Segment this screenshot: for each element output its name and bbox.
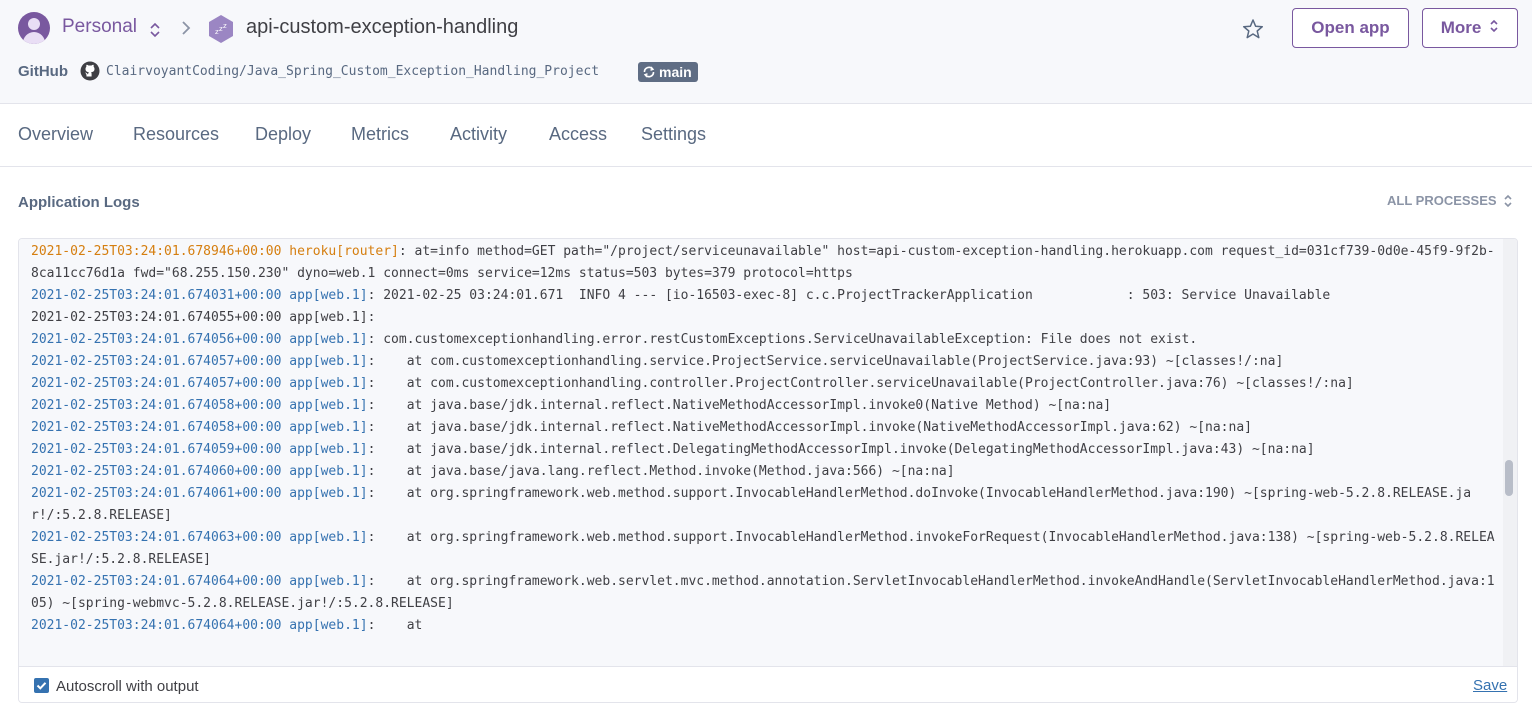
account-avatar[interactable]: [18, 12, 50, 44]
tab-deploy[interactable]: Deploy: [255, 124, 311, 145]
log-timestamp: 2021-02-25T03:24:01.674057+00:00: [31, 376, 282, 391]
log-source: app[web.1]: [289, 398, 368, 413]
log-line: 2021-02-25T03:24:01.674031+00:00 app[web…: [31, 285, 1501, 307]
log-scrollbar[interactable]: [1503, 239, 1517, 666]
checkmark-icon: [36, 682, 47, 690]
log-message: : 2021-02-25 03:24:01.671 INFO 4 --- [io…: [367, 288, 1331, 303]
log-source: app[web.1]: [289, 530, 368, 545]
app-name: api-custom-exception-handling: [246, 16, 519, 38]
log-source: app[web.1]: [289, 354, 368, 369]
log-message: : at java.base/jdk.internal.reflect.Nati…: [367, 398, 1112, 413]
log-line: 2021-02-25T03:24:01.674058+00:00 app[web…: [31, 417, 1501, 439]
open-app-label: Open app: [1311, 18, 1390, 37]
more-label: More: [1440, 18, 1482, 37]
more-menu-button[interactable]: More: [1422, 8, 1518, 48]
tab-activity[interactable]: Activity: [450, 124, 507, 145]
tab-resources[interactable]: Resources: [133, 124, 219, 145]
log-source: app[web.1]: [289, 288, 368, 303]
app-tabs: Overview Resources Deploy Metrics Activi…: [0, 104, 1532, 167]
application-logs-title: Application Logs: [18, 194, 140, 211]
log-line: 2021-02-25T03:24:01.674059+00:00 app[web…: [31, 439, 1501, 461]
log-line: 2021-02-25T03:24:01.674063+00:00 app[web…: [31, 527, 1501, 571]
log-line: 2021-02-25T03:24:01.674061+00:00 app[web…: [31, 483, 1501, 527]
log-line: 2021-02-25T03:24:01.674057+00:00 app[web…: [31, 351, 1501, 373]
log-line: 2021-02-25T03:24:01.678946+00:00 heroku[…: [31, 241, 1501, 285]
account-switcher-label[interactable]: Personal: [62, 16, 137, 38]
process-filter-dropdown[interactable]: ALL PROCESSES: [1387, 193, 1513, 208]
log-source: app[web.1]: [289, 618, 368, 633]
sleeping-app-hexagon-icon: zzz: [207, 14, 235, 44]
log-line: 2021-02-25T03:24:01.674060+00:00 app[web…: [31, 461, 1501, 483]
log-message: : at com.customexceptionhandling.service…: [367, 354, 1284, 369]
log-source: app[web.1]: [289, 486, 368, 501]
tab-settings[interactable]: Settings: [641, 124, 706, 145]
log-timestamp: 2021-02-25T03:24:01.674064+00:00: [31, 574, 282, 589]
log-message: :: [367, 310, 376, 325]
log-message: : com.customexceptionhandling.error.rest…: [367, 332, 1198, 347]
sync-icon: [643, 66, 655, 78]
log-source: app[web.1]: [289, 574, 368, 589]
star-favorite-icon[interactable]: [1242, 18, 1264, 40]
tab-overview[interactable]: Overview: [18, 124, 93, 145]
log-source: app[web.1]: [289, 420, 368, 435]
tab-access[interactable]: Access: [549, 124, 607, 145]
log-timestamp: 2021-02-25T03:24:01.674058+00:00: [31, 398, 282, 413]
log-message: : at java.base/jdk.internal.reflect.Nati…: [367, 420, 1252, 435]
log-line: 2021-02-25T03:24:01.674064+00:00 app[web…: [31, 571, 1501, 615]
branch-name: main: [659, 64, 692, 80]
log-message: : at com.customexceptionhandling.control…: [367, 376, 1354, 391]
log-source: app[web.1]: [289, 376, 368, 391]
chevron-updown-icon: [1503, 194, 1512, 207]
branch-badge[interactable]: main: [638, 62, 698, 82]
log-line: 2021-02-25T03:24:01.674055+00:00 app[web…: [31, 307, 1501, 329]
svg-text:z: z: [223, 22, 227, 30]
save-logs-link[interactable]: Save: [1473, 677, 1507, 694]
tab-metrics[interactable]: Metrics: [351, 124, 409, 145]
log-lines: 2021-02-25T03:24:01.678946+00:00 heroku[…: [31, 241, 1501, 637]
log-scrollbar-thumb[interactable]: [1505, 460, 1513, 496]
log-message: : at java.base/jdk.internal.reflect.Dele…: [367, 442, 1315, 457]
log-footer: Autoscroll with output Save: [19, 666, 1517, 702]
github-label: GitHub: [18, 63, 68, 80]
autoscroll-label[interactable]: Autoscroll with output: [56, 678, 199, 695]
log-timestamp: 2021-02-25T03:24:01.674061+00:00: [31, 486, 282, 501]
log-output[interactable]: 2021-02-25T03:24:01.678946+00:00 heroku[…: [19, 239, 1517, 666]
chevron-updown-icon: [1489, 18, 1499, 38]
log-timestamp: 2021-02-25T03:24:01.674058+00:00: [31, 420, 282, 435]
log-timestamp: 2021-02-25T03:24:01.674059+00:00: [31, 442, 282, 457]
chevron-right-icon: [180, 20, 192, 41]
log-source: app[web.1]: [289, 442, 368, 457]
log-timestamp: 2021-02-25T03:24:01.674063+00:00: [31, 530, 282, 545]
log-message: : at: [367, 618, 423, 633]
process-filter-label: ALL PROCESSES: [1387, 193, 1497, 208]
log-line: 2021-02-25T03:24:01.674064+00:00 app[web…: [31, 615, 1501, 637]
log-source: heroku[router]: [289, 244, 399, 259]
log-line: 2021-02-25T03:24:01.674057+00:00 app[web…: [31, 373, 1501, 395]
log-timestamp: 2021-02-25T03:24:01.674057+00:00: [31, 354, 282, 369]
log-timestamp: 2021-02-25T03:24:01.674060+00:00: [31, 464, 282, 479]
log-timestamp: 2021-02-25T03:24:01.674055+00:00: [31, 310, 282, 325]
log-message: : at java.base/java.lang.reflect.Method.…: [367, 464, 955, 479]
account-chevron-updown-icon[interactable]: [149, 22, 161, 38]
log-timestamp: 2021-02-25T03:24:01.674064+00:00: [31, 618, 282, 633]
open-app-button[interactable]: Open app: [1292, 8, 1409, 48]
autoscroll-checkbox[interactable]: [34, 678, 49, 693]
log-timestamp: 2021-02-25T03:24:01.674056+00:00: [31, 332, 282, 347]
github-repo-link[interactable]: ClairvoyantCoding/Java_Spring_Custom_Exc…: [106, 64, 599, 79]
app-header: Personal zzz api-custom-exception-handli…: [0, 0, 1532, 104]
github-icon: [80, 61, 100, 81]
log-viewer: 2021-02-25T03:24:01.678946+00:00 heroku[…: [18, 238, 1518, 703]
log-timestamp: 2021-02-25T03:24:01.674031+00:00: [31, 288, 282, 303]
log-line: 2021-02-25T03:24:01.674058+00:00 app[web…: [31, 395, 1501, 417]
log-source: app[web.1]: [289, 332, 368, 347]
log-source: app[web.1]: [289, 310, 368, 325]
log-line: 2021-02-25T03:24:01.674056+00:00 app[web…: [31, 329, 1501, 351]
log-source: app[web.1]: [289, 464, 368, 479]
log-timestamp: 2021-02-25T03:24:01.678946+00:00: [31, 244, 282, 259]
